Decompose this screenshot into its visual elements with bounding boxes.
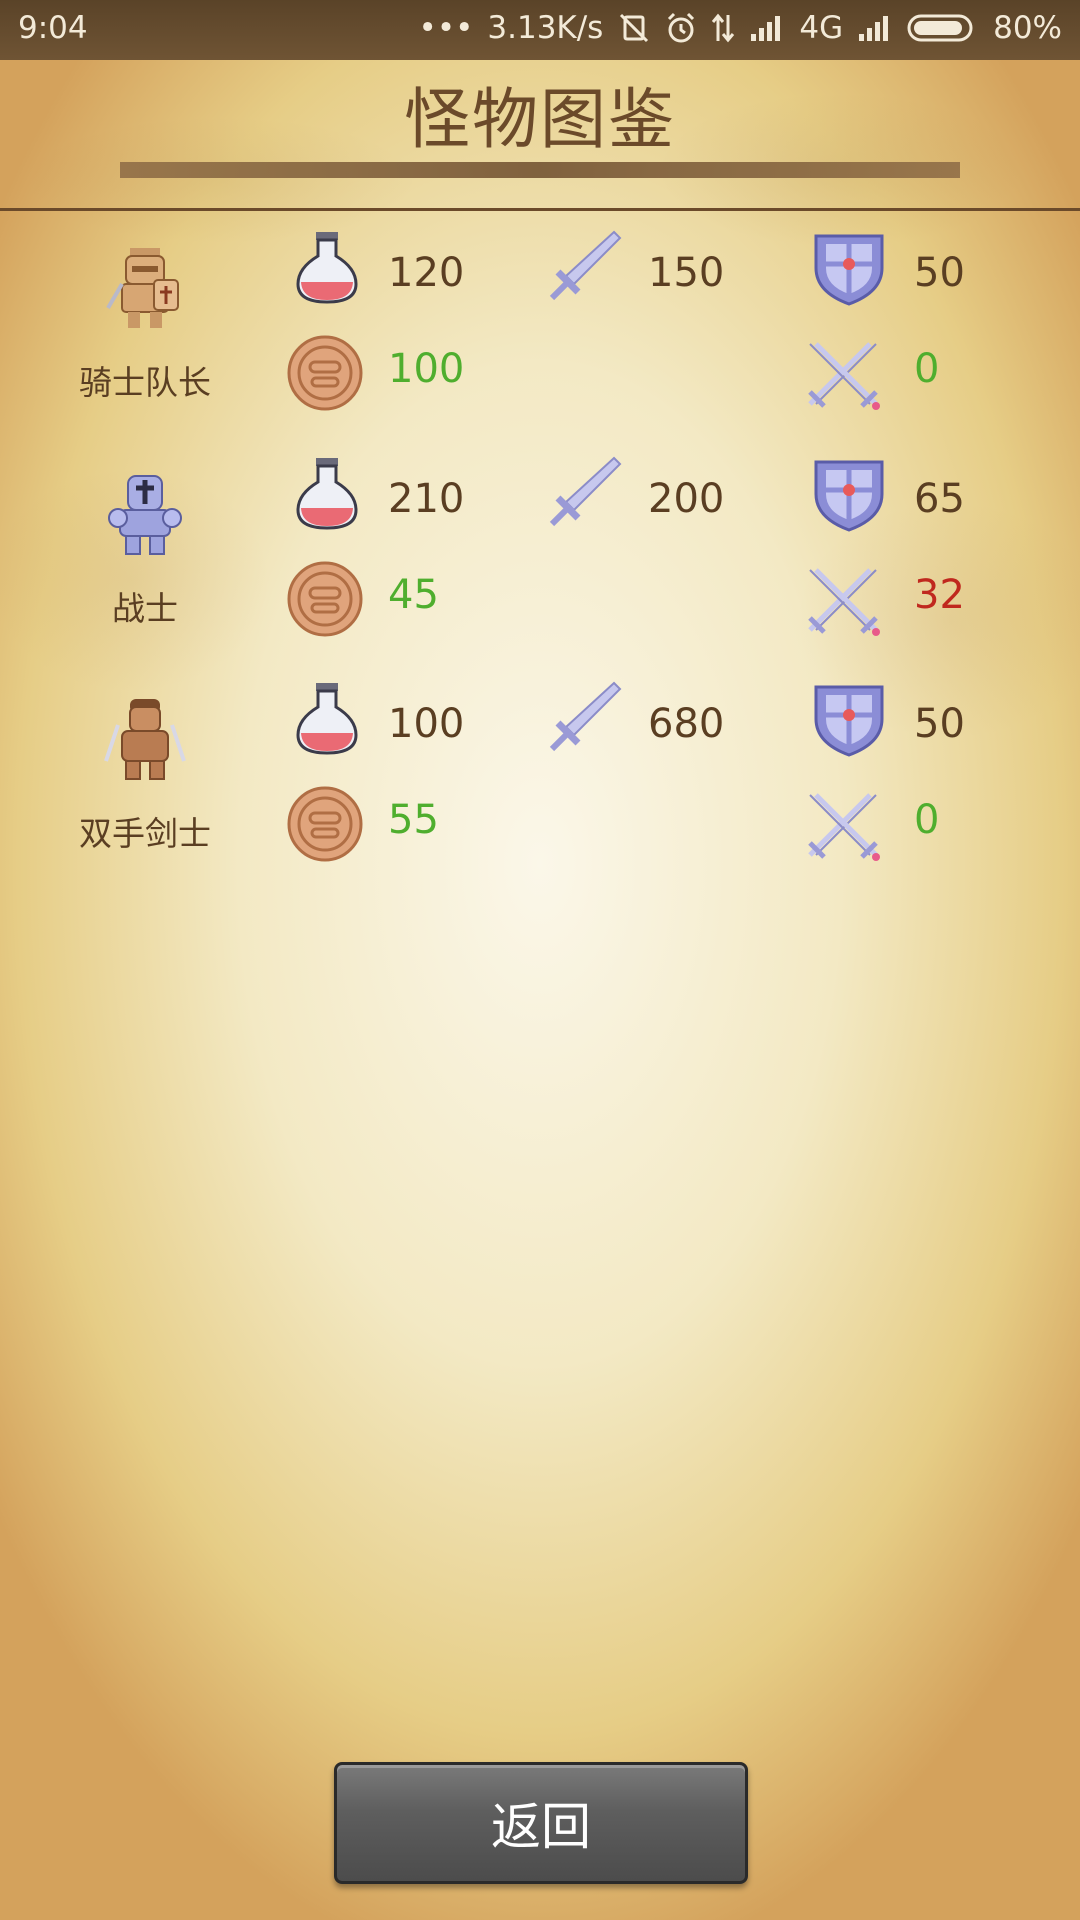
monster-name: 战士 (112, 589, 178, 628)
potion-icon (296, 232, 358, 304)
status-bar: 9:04 ••• 3.13K/s 4G 80% (0, 0, 1080, 60)
battery-level: 80% (993, 10, 1062, 46)
damage-value: 0 (914, 346, 940, 392)
vibrate-off-icon (620, 13, 649, 43)
defense-value: 65 (914, 476, 965, 522)
defense-value: 50 (914, 250, 965, 296)
sword-icon (549, 230, 622, 301)
damage-value: 32 (914, 572, 965, 618)
shield-icon (814, 234, 884, 306)
network-speed: 3.13K/s (487, 10, 604, 46)
hp-value: 100 (388, 701, 465, 747)
battery-icon (907, 14, 973, 42)
monster-row: 战士 210 200 65 45 32 (0, 452, 1080, 652)
defense-value: 50 (914, 701, 965, 747)
crossed-swords-icon (808, 568, 880, 636)
monster-row: 双手剑士 100 680 50 55 0 (0, 677, 1080, 877)
notification-dots-icon: ••• (418, 10, 474, 46)
status-indicators: ••• 3.13K/s 4G 80% (419, 10, 1062, 46)
knight-captain-sprite (106, 248, 179, 328)
monster-name: 双手剑士 (79, 814, 211, 853)
coin-icon (287, 561, 363, 637)
damage-value: 0 (914, 797, 940, 843)
gold-value: 45 (388, 572, 439, 618)
attack-value: 200 (648, 476, 725, 522)
back-button[interactable]: 返回 (334, 1762, 748, 1884)
status-time: 9:04 (18, 10, 88, 46)
potion-icon (296, 458, 358, 530)
shield-icon (814, 460, 884, 532)
signal-icon (751, 16, 781, 41)
sword-icon (549, 681, 622, 752)
coin-icon (287, 786, 363, 862)
warrior-sprite (108, 475, 182, 555)
two-handed-swordsman-sprite (104, 699, 186, 780)
attack-value: 680 (648, 701, 725, 747)
potion-icon (296, 683, 358, 755)
coin-icon (287, 335, 363, 411)
signal-icon-secondary (859, 16, 889, 41)
sword-icon (549, 456, 622, 527)
data-transfer-icon (712, 13, 735, 43)
hp-value: 120 (388, 250, 465, 296)
header-divider (0, 208, 1080, 211)
alarm-icon (668, 12, 695, 43)
hp-value: 210 (388, 476, 465, 522)
gold-value: 55 (388, 797, 439, 843)
shield-icon (814, 685, 884, 757)
monster-name: 骑士队长 (79, 363, 211, 402)
monster-row: 骑士队长 120 150 50 100 0 (0, 226, 1080, 426)
network-type: 4G (799, 10, 844, 46)
attack-value: 150 (648, 250, 725, 296)
crossed-swords-icon (808, 793, 880, 861)
title-underline (120, 162, 960, 178)
page-title: 怪物图鉴 (404, 81, 676, 158)
gold-value: 100 (388, 346, 465, 392)
crossed-swords-icon (808, 342, 880, 410)
